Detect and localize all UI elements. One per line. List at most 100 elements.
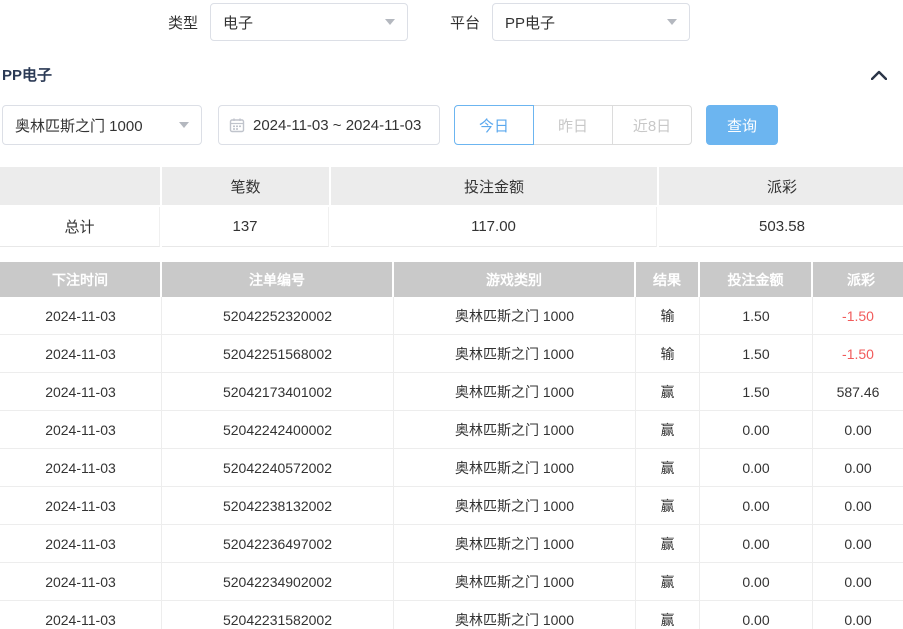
cell-game-type: 奥林匹斯之门 1000 — [394, 563, 636, 600]
table-row: 2024-11-0352042238132002奥林匹斯之门 1000赢0.00… — [0, 487, 903, 525]
table-row: 2024-11-0352042242400002奥林匹斯之门 1000赢0.00… — [0, 411, 903, 449]
bets-table: 下注时间 注单编号 游戏类别 结果 投注金额 派彩 2024-11-035204… — [0, 262, 903, 629]
cell-result: 输 — [636, 297, 700, 334]
cell-bet-time: 2024-11-03 — [0, 563, 162, 600]
cell-game-type: 奥林匹斯之门 1000 — [394, 335, 636, 372]
cell-order-no: 52042251568002 — [162, 335, 394, 372]
bets-header-game-type: 游戏类别 — [394, 262, 634, 297]
platform-select[interactable]: PP电子 — [492, 3, 690, 41]
summary-table: 笔数 投注金额 派彩 总计 137 117.00 503.58 — [0, 167, 903, 247]
bets-header-order-no: 注单编号 — [162, 262, 392, 297]
type-label: 类型 — [168, 12, 198, 33]
cell-result: 赢 — [636, 601, 700, 629]
summary-total-label: 总计 — [0, 207, 160, 247]
game-select[interactable]: 奥林匹斯之门 1000 — [2, 105, 202, 145]
calendar-icon — [229, 117, 245, 133]
summary-header-bet-amount: 投注金额 — [331, 167, 657, 205]
cell-result: 输 — [636, 335, 700, 372]
table-row: 2024-11-0352042173401002奥林匹斯之门 1000赢1.50… — [0, 373, 903, 411]
chevron-down-icon — [179, 122, 189, 128]
cell-game-type: 奥林匹斯之门 1000 — [394, 601, 636, 629]
cell-result: 赢 — [636, 449, 700, 486]
cell-bet-time: 2024-11-03 — [0, 487, 162, 524]
table-row: 2024-11-0352042240572002奥林匹斯之门 1000赢0.00… — [0, 449, 903, 487]
cell-order-no: 52042238132002 — [162, 487, 394, 524]
last8days-button[interactable]: 近8日 — [612, 105, 692, 145]
filter-row: 奥林匹斯之门 1000 2024-11-03 ~ 2024-11-03 今日 昨… — [0, 105, 903, 145]
cell-result: 赢 — [636, 373, 700, 410]
cell-bet-amount: 0.00 — [700, 449, 813, 486]
search-button[interactable]: 查询 — [706, 105, 778, 145]
cell-result: 赢 — [636, 411, 700, 448]
bets-header-payout: 派彩 — [813, 262, 903, 297]
cell-payout: -1.50 — [813, 335, 903, 372]
cell-bet-time: 2024-11-03 — [0, 411, 162, 448]
bets-table-header: 下注时间 注单编号 游戏类别 结果 投注金额 派彩 — [0, 262, 903, 297]
cell-bet-amount: 0.00 — [700, 525, 813, 562]
summary-total-bet-amount: 117.00 — [331, 207, 657, 247]
cell-bet-amount: 0.00 — [700, 411, 813, 448]
cell-bet-time: 2024-11-03 — [0, 525, 162, 562]
collapse-chevron-up-icon[interactable] — [871, 70, 887, 80]
bets-header-time: 下注时间 — [0, 262, 160, 297]
cell-bet-time: 2024-11-03 — [0, 297, 162, 334]
cell-result: 赢 — [636, 487, 700, 524]
quick-date-button-group: 今日 昨日 近8日 — [454, 105, 692, 145]
cell-game-type: 奥林匹斯之门 1000 — [394, 449, 636, 486]
cell-order-no: 52042240572002 — [162, 449, 394, 486]
table-row: 2024-11-0352042251568002奥林匹斯之门 1000输1.50… — [0, 335, 903, 373]
table-row: 2024-11-0352042234902002奥林匹斯之门 1000赢0.00… — [0, 563, 903, 601]
cell-payout: 587.46 — [813, 373, 903, 410]
summary-total-count: 137 — [162, 207, 329, 247]
page: 类型 电子 平台 PP电子 PP电子 奥林匹斯之门 1000 — [0, 0, 903, 629]
cell-game-type: 奥林匹斯之门 1000 — [394, 525, 636, 562]
cell-game-type: 奥林匹斯之门 1000 — [394, 373, 636, 410]
cell-bet-amount: 1.50 — [700, 297, 813, 334]
top-filter-bar: 类型 电子 平台 PP电子 — [0, 0, 903, 42]
cell-bet-time: 2024-11-03 — [0, 335, 162, 372]
summary-header-count: 笔数 — [162, 167, 329, 205]
cell-bet-time: 2024-11-03 — [0, 373, 162, 410]
yesterday-button[interactable]: 昨日 — [533, 105, 613, 145]
cell-bet-amount: 0.00 — [700, 487, 813, 524]
table-row: 2024-11-0352042231582002奥林匹斯之门 1000赢0.00… — [0, 601, 903, 629]
today-button[interactable]: 今日 — [454, 105, 534, 145]
cell-game-type: 奥林匹斯之门 1000 — [394, 297, 636, 334]
cell-order-no: 52042234902002 — [162, 563, 394, 600]
section-header: PP电子 — [0, 64, 903, 85]
cell-payout: 0.00 — [813, 449, 903, 486]
table-row: 2024-11-0352042252320002奥林匹斯之门 1000输1.50… — [0, 297, 903, 335]
game-select-value: 奥林匹斯之门 1000 — [15, 115, 143, 136]
bets-table-body: 2024-11-0352042252320002奥林匹斯之门 1000输1.50… — [0, 297, 903, 629]
summary-table-header: 笔数 投注金额 派彩 — [0, 167, 903, 205]
table-row: 2024-11-0352042236497002奥林匹斯之门 1000赢0.00… — [0, 525, 903, 563]
bets-header-bet-amount: 投注金额 — [700, 262, 811, 297]
summary-total-payout: 503.58 — [659, 207, 903, 247]
cell-order-no: 52042252320002 — [162, 297, 394, 334]
cell-bet-time: 2024-11-03 — [0, 449, 162, 486]
cell-order-no: 52042242400002 — [162, 411, 394, 448]
type-select[interactable]: 电子 — [210, 3, 408, 41]
chevron-down-icon — [385, 19, 395, 25]
summary-header-blank — [0, 167, 160, 205]
cell-bet-amount: 0.00 — [700, 601, 813, 629]
cell-payout: 0.00 — [813, 563, 903, 600]
cell-payout: 0.00 — [813, 411, 903, 448]
cell-payout: -1.50 — [813, 297, 903, 334]
cell-bet-amount: 1.50 — [700, 373, 813, 410]
cell-payout: 0.00 — [813, 487, 903, 524]
type-select-value: 电子 — [223, 12, 253, 33]
date-range-input[interactable]: 2024-11-03 ~ 2024-11-03 — [218, 105, 440, 145]
summary-header-payout: 派彩 — [659, 167, 903, 205]
cell-order-no: 52042173401002 — [162, 373, 394, 410]
platform-label: 平台 — [450, 12, 480, 33]
cell-payout: 0.00 — [813, 525, 903, 562]
summary-total-row: 总计 137 117.00 503.58 — [0, 207, 903, 247]
bets-header-result: 结果 — [636, 262, 698, 297]
cell-game-type: 奥林匹斯之门 1000 — [394, 411, 636, 448]
cell-result: 赢 — [636, 525, 700, 562]
cell-bet-amount: 0.00 — [700, 563, 813, 600]
cell-game-type: 奥林匹斯之门 1000 — [394, 487, 636, 524]
cell-bet-amount: 1.50 — [700, 335, 813, 372]
cell-payout: 0.00 — [813, 601, 903, 629]
